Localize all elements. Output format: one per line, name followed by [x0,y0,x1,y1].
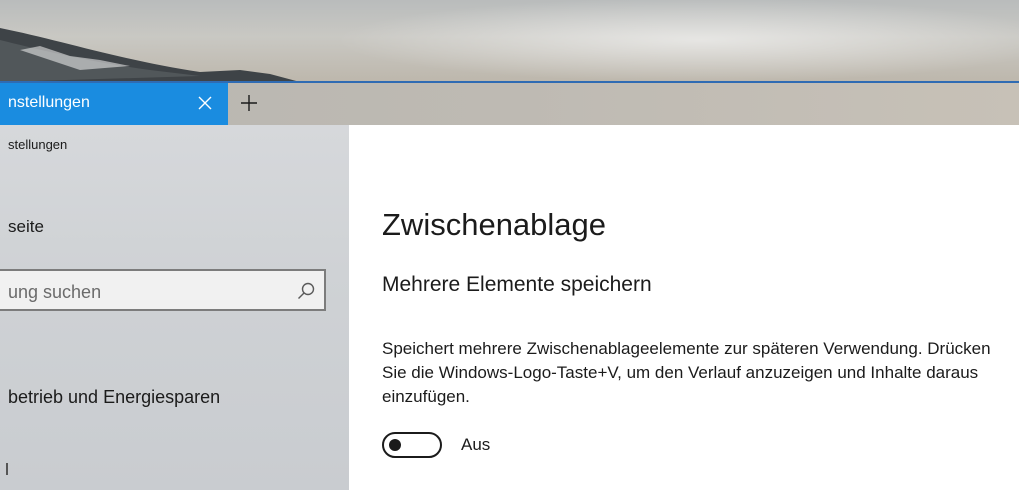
toggle-state-label: Aus [461,435,491,454]
search-input[interactable] [6,279,280,305]
main-content: Zwischenablage Mehrere Elemente speicher… [349,125,1019,490]
settings-sidebar: stellungen seite betrieb und Energiespar… [0,125,349,490]
tab-bar: nstellungen [0,83,1019,125]
tab-settings[interactable]: nstellungen [0,83,228,125]
close-icon [198,96,212,110]
sidebar-home-link[interactable]: seite [8,217,44,237]
search-box[interactable] [0,269,326,311]
sidebar-selection-marker [6,463,8,475]
desktop-wallpaper [0,0,1019,82]
section-description: Speichert mehrere Zwischenablageelemente… [382,339,991,406]
breadcrumb: stellungen [8,137,68,152]
sidebar-item-power-sleep[interactable]: betrieb und Energiesparen [8,387,220,408]
clipboard-history-toggle[interactable]: Aus [382,432,490,458]
section-title: Mehrere Elemente speichern [382,273,652,296]
search-icon[interactable] [296,281,316,301]
mountain-silhouette [0,28,300,82]
new-tab-button[interactable] [236,90,262,116]
toggle-switch[interactable] [382,432,442,458]
page-title: Zwischenablage [382,207,607,242]
plus-icon [241,95,257,111]
tab-close-button[interactable] [192,90,218,116]
toggle-knob [389,439,401,451]
tab-title: nstellungen [8,94,90,111]
